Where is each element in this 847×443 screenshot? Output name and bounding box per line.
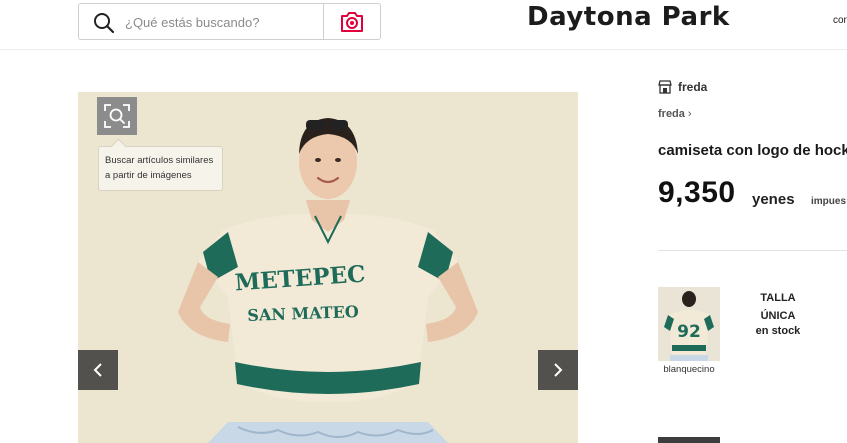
- tooltip-line-1: Buscar artículos similares: [105, 155, 214, 166]
- next-image-button[interactable]: [538, 350, 578, 390]
- price-tax-note: impues: [811, 196, 847, 207]
- shirt-print-san-mateo: SAN MATEO: [247, 302, 359, 325]
- visual-search-tooltip: Buscar artículos similares a partir de i…: [98, 146, 223, 191]
- product-photo: METEPEC SAN MATEO: [78, 92, 578, 443]
- search-input[interactable]: [125, 8, 320, 36]
- chevron-left-icon: [93, 363, 102, 377]
- scan-search-icon: [104, 104, 130, 128]
- brand-name: freda: [678, 80, 708, 94]
- brand-link-label: freda: [658, 108, 685, 120]
- brand-link[interactable]: freda ›: [658, 108, 692, 120]
- product-image[interactable]: METEPEC SAN MATEO Buscar artículos simil…: [78, 92, 578, 443]
- image-search-button[interactable]: [324, 4, 380, 39]
- variant-photo: 92: [658, 287, 720, 361]
- variant-color-label: blanquecino: [663, 364, 715, 375]
- variant-size-line-2: ÚNICA: [760, 310, 796, 322]
- price-currency: yenes: [752, 191, 795, 208]
- product-title: camiseta con logo de hocke: [658, 142, 847, 159]
- previous-image-button[interactable]: [78, 350, 118, 390]
- product-price: 9,350: [658, 176, 736, 209]
- search-bar: [78, 3, 381, 40]
- variant-size-line-1: TALLA: [760, 292, 796, 304]
- visual-search-button[interactable]: [97, 97, 137, 135]
- site-header: Daytona Park cor: [0, 0, 847, 50]
- tooltip-line-2: a partir de imágenes: [105, 170, 192, 181]
- store-icon: [658, 80, 672, 94]
- search-icon[interactable]: [93, 12, 115, 34]
- chevron-right-icon: [554, 363, 563, 377]
- variant-thumb-number: 92: [677, 322, 701, 342]
- site-logo[interactable]: Daytona Park: [527, 2, 730, 32]
- brand-store[interactable]: freda: [658, 80, 707, 94]
- section-divider: [658, 250, 847, 251]
- next-variant-thumbnail[interactable]: [658, 437, 720, 443]
- variant-thumbnail[interactable]: 92: [658, 287, 720, 361]
- header-menu-link[interactable]: cor: [833, 15, 847, 26]
- camera-icon: [341, 11, 363, 32]
- variant-size: TALLA ÚNICA: [748, 289, 808, 325]
- chevron-right-icon: ›: [687, 108, 692, 120]
- variant-stock-status: en stock: [755, 325, 801, 337]
